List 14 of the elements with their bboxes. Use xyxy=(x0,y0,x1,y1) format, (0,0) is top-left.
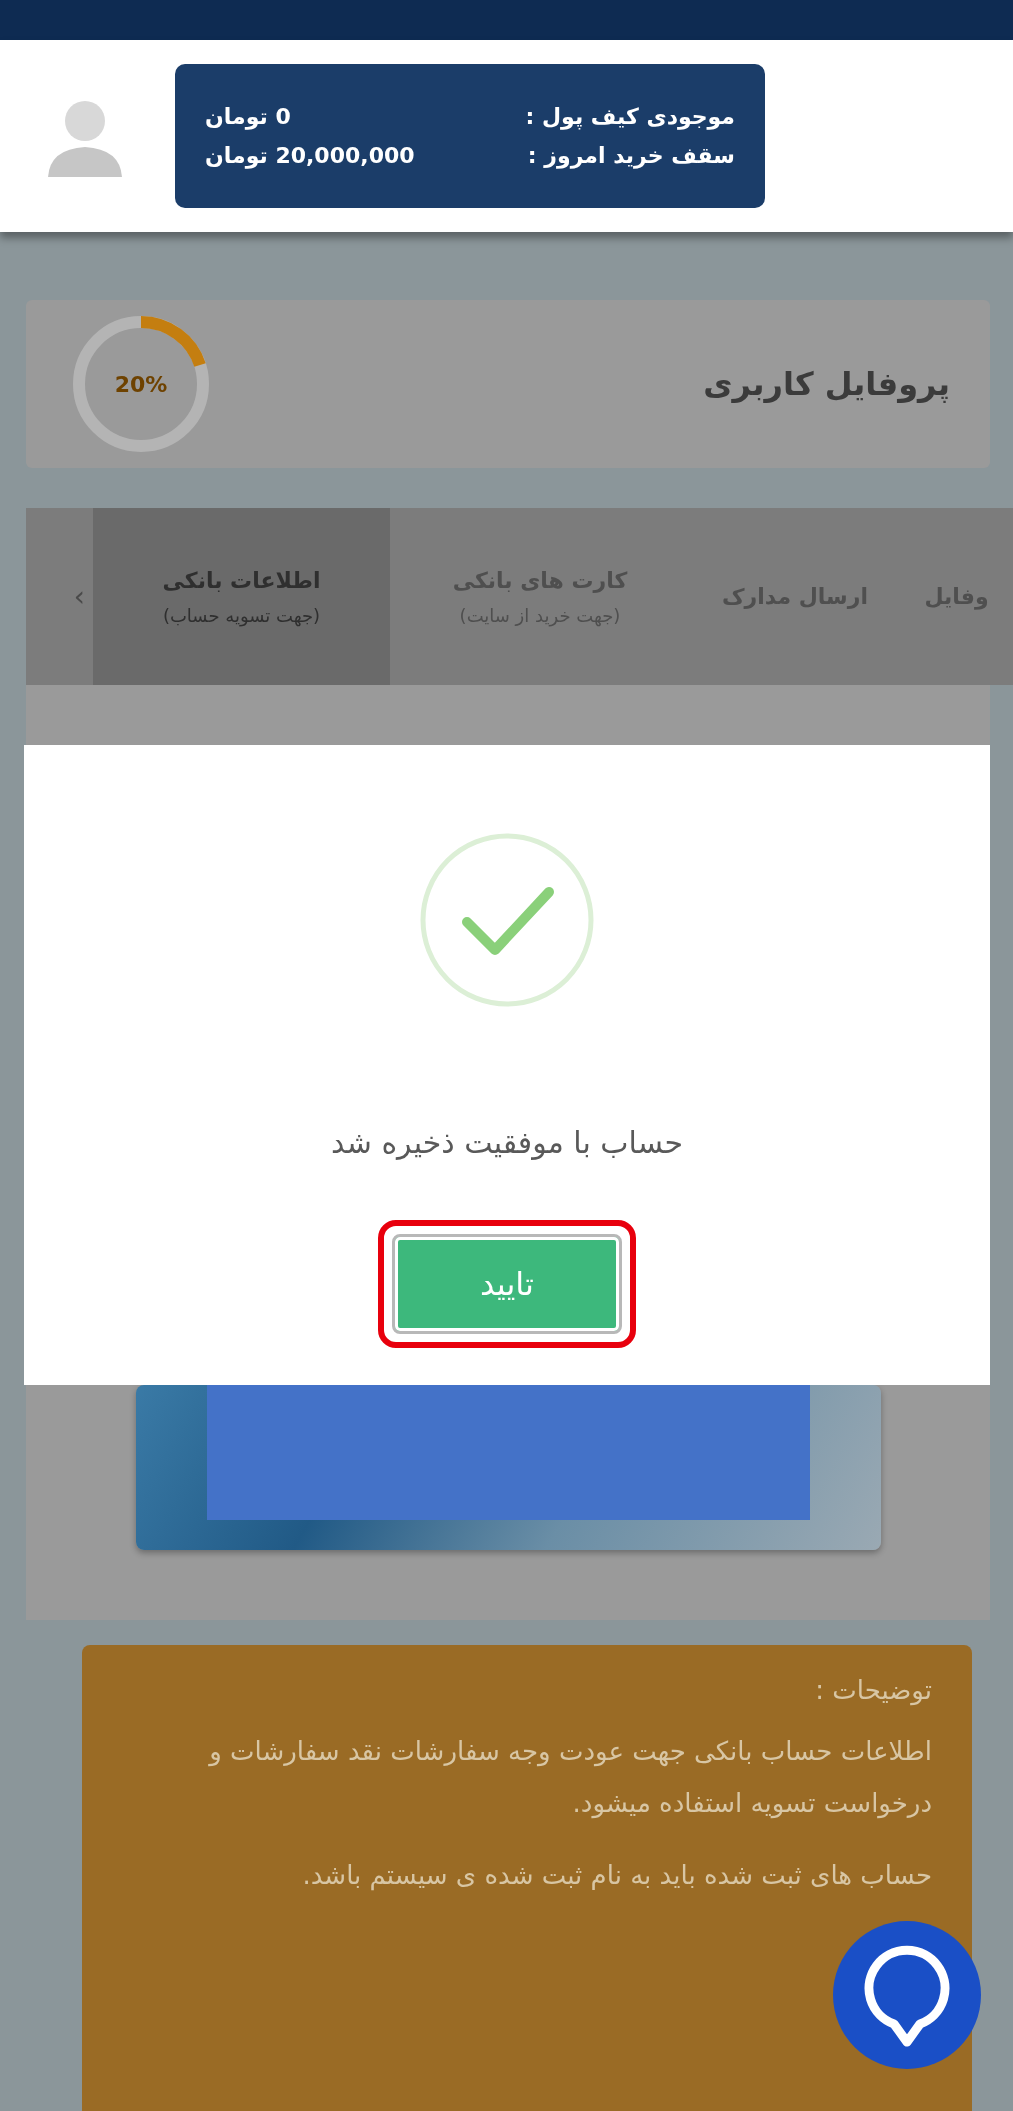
wallet-label: سقف خرید امروز : xyxy=(527,143,735,168)
notes-title: توضیحات : xyxy=(814,1675,932,1705)
notes-paragraph: اطلاعات حساب بانکی جهت عودت وجه سفارشات نقد سفارشات و درخواست تسویه استفاده میشود. xyxy=(207,1735,932,1821)
wallet-label: موجودی کیف پول : xyxy=(525,104,735,129)
profile-title: پروفایل کاربری xyxy=(703,365,950,403)
chat-icon[interactable] xyxy=(832,1920,982,2070)
confirm-button[interactable]: تایید xyxy=(392,1234,622,1334)
progress-percent: 20% xyxy=(114,371,168,397)
wallet-value: 20,000,000 تومان xyxy=(205,143,415,168)
wallet-value: 0 تومان xyxy=(205,104,291,129)
scroll-arrow[interactable]: ‹ xyxy=(73,580,85,613)
tab[interactable]: اطلاعات بانکی (جهت تسویه حساب) xyxy=(93,508,390,685)
dialog-message: حساب با موفقیت ذخیره شد xyxy=(331,1125,683,1160)
notes-paragraph: حساب های ثبت شده باید به نام ثبت شده ی سیستم باشد. xyxy=(301,1859,932,1893)
